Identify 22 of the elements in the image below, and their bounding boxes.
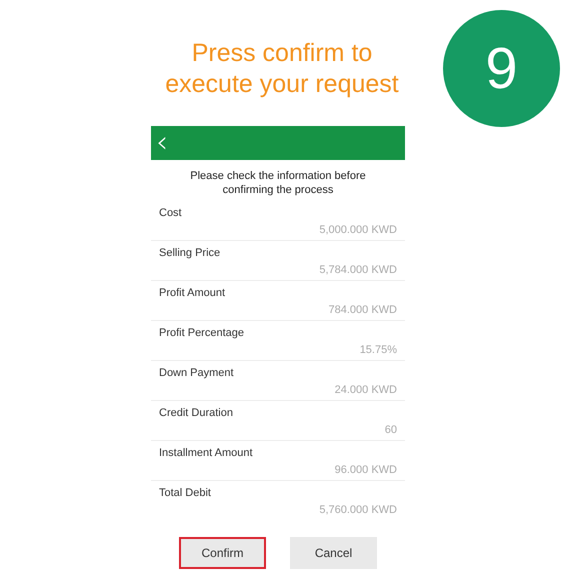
field-value: 15.75% [360, 344, 397, 357]
field-value: 5,784.000 KWD [319, 264, 397, 277]
field-label: Total Debit [159, 487, 211, 500]
field-value: 5,000.000 KWD [319, 224, 397, 237]
field-label: Selling Price [159, 247, 220, 260]
field-value: 60 [384, 424, 397, 437]
back-button[interactable]: ‹ [156, 128, 168, 158]
field-label: Credit Duration [159, 407, 233, 420]
action-button[interactable]: Cancel [290, 537, 377, 569]
field-value: 24.000 KWD [334, 384, 397, 397]
field-value: 96.000 KWD [334, 464, 397, 477]
field-label: Down Payment [159, 367, 234, 380]
step-number-badge: 9 [443, 10, 560, 127]
action-button[interactable]: Confirm [179, 537, 266, 569]
heading: Press confirm to execute your request [164, 38, 400, 100]
instruction-text: Please check the information before confirming the process [189, 169, 367, 197]
field-label: Installment Amount [159, 447, 253, 460]
field-label: Profit Percentage [159, 327, 244, 340]
field-value: 5,760.000 KWD [319, 504, 397, 517]
field-label: Profit Amount [159, 287, 226, 300]
field-value: 784.000 KWD [328, 304, 397, 317]
field-label: Cost [159, 207, 182, 220]
